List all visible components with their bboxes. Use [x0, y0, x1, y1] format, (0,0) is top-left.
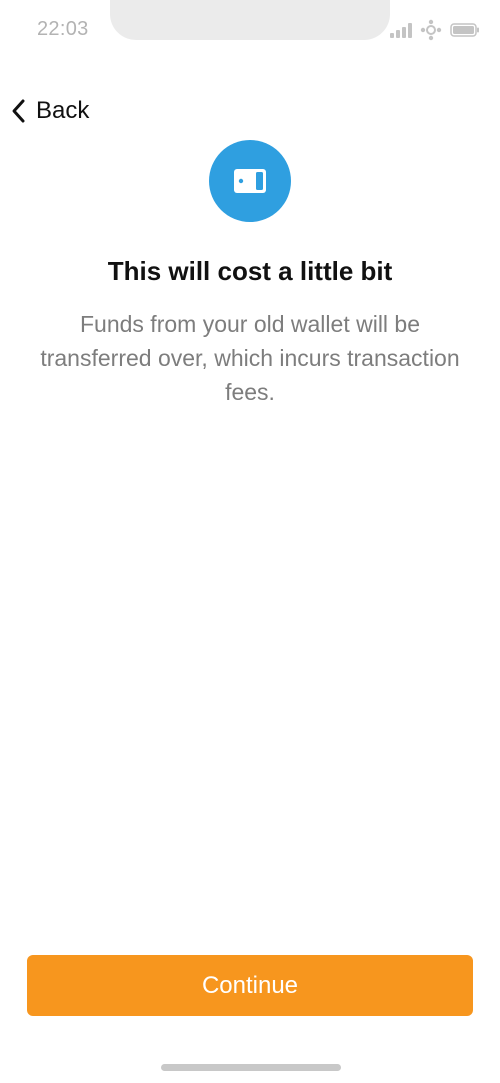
- status-icons: [390, 18, 480, 42]
- status-bar: 22:03: [0, 0, 500, 60]
- page-subtitle: Funds from your old wallet will be trans…: [40, 311, 460, 405]
- home-indicator: [161, 1064, 341, 1071]
- device-notch: [110, 0, 390, 40]
- network-icon: [420, 19, 442, 41]
- continue-button[interactable]: Continue: [27, 955, 473, 1016]
- page-title: This will cost a little bit: [107, 256, 393, 286]
- chevron-left-icon: [12, 99, 25, 123]
- cellular-signal-icon: [390, 22, 412, 38]
- battery-icon: [450, 23, 479, 37]
- wallet-icon: [234, 169, 266, 193]
- back-label: Back: [36, 97, 90, 124]
- status-time: 22:03: [37, 18, 89, 40]
- hero-wallet-badge: [209, 140, 291, 222]
- back-button[interactable]: Back: [10, 93, 89, 129]
